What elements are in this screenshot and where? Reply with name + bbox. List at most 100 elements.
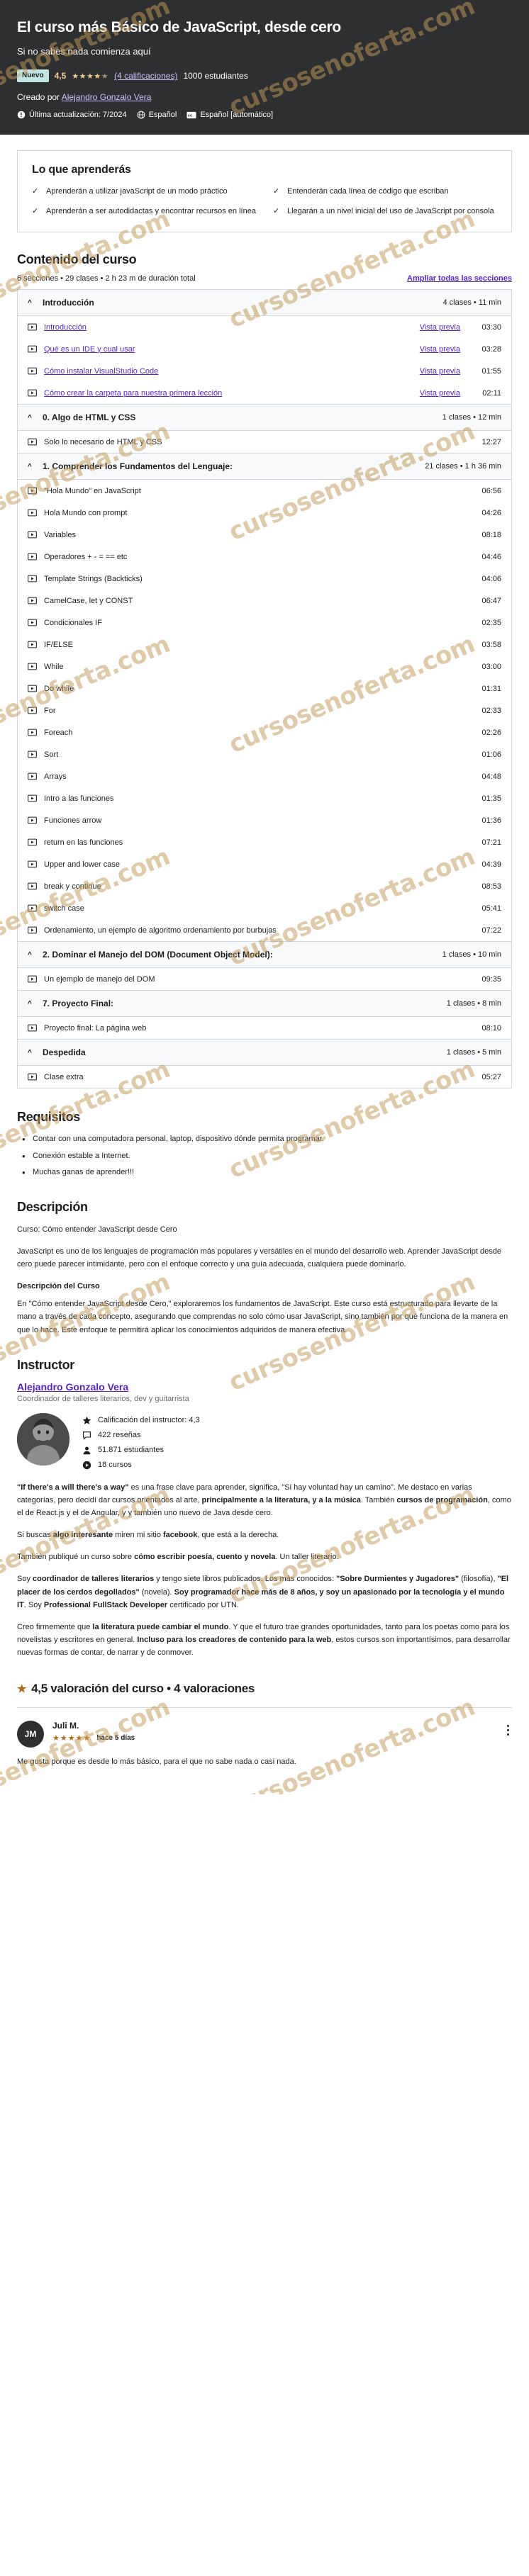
lecture-title[interactable]: Introducción [44, 323, 413, 332]
section-meta: 1 clases • 10 min [442, 950, 501, 960]
instructor-name-link[interactable]: Alejandro Gonzalo Vera [17, 1381, 512, 1393]
lecture-title[interactable]: Qué es un IDE y cual usar [44, 345, 413, 354]
lecture-row[interactable]: For 02:33 [18, 699, 511, 721]
lecture-title[interactable]: Cómo crear la carpeta para nuestra prime… [44, 389, 413, 398]
bio-bold: principalmente a la literatura, y a la m… [201, 1495, 361, 1504]
instructor-photo-icon [17, 1412, 69, 1466]
description-lead: Curso: Cómo entender JavaScript desde Ce… [17, 1225, 177, 1234]
requirements-heading: Requisitos [17, 1110, 81, 1125]
section-header-toggle[interactable]: ^ Introducción 4 clases • 11 min [18, 290, 511, 317]
lecture-row[interactable]: Intro a las funciones 01:35 [18, 787, 511, 809]
lecture-title: Foreach [44, 728, 73, 737]
video-icon [28, 345, 37, 353]
lecture-row[interactable]: Condicionales IF 02:35 [18, 612, 511, 634]
lecture-row[interactable]: Template Strings (Backticks) 04:06 [18, 568, 511, 590]
instructor-bio-paragraph-4: Soy coordinador de talleres literarios y… [17, 1575, 509, 1609]
lecture-row[interactable]: Solo lo necesario de HTML y CSS 12:27 [18, 431, 511, 453]
lecture-row[interactable]: Proyecto final: La página web 08:10 [18, 1017, 511, 1039]
lecture-row[interactable]: While 03:00 [18, 656, 511, 677]
instructor-link[interactable]: Alejandro Gonzalo Vera [62, 92, 152, 102]
review-options-button[interactable] [504, 1721, 512, 1740]
section-meta: 21 clases • 1 h 36 min [425, 462, 501, 471]
lecture-duration: 03:58 [481, 640, 501, 649]
preview-link[interactable]: Vista previa [420, 367, 460, 376]
expand-all-sections-button[interactable]: Ampliar todas las secciones [407, 274, 512, 283]
bio-bold: "If there's a will there's a way" [17, 1483, 129, 1492]
description-subheading: Descripción del Curso [17, 1282, 100, 1291]
lecture-row[interactable]: Clase extra 05:27 [18, 1066, 511, 1088]
section-title: 7. Proyecto Final: [43, 999, 114, 1009]
star-icon [82, 1416, 91, 1424]
status-badge-new: Nuevo [17, 69, 49, 83]
video-icon [28, 838, 37, 846]
svg-text:cc: cc [188, 114, 193, 118]
rating-count-link[interactable]: (4 calificaciones) [114, 71, 177, 81]
curriculum-section: ^ 0. Algo de HTML y CSS 1 clases • 12 min S… [18, 405, 511, 454]
lecture-row[interactable]: break y continue 08:53 [18, 875, 511, 897]
lecture-row[interactable]: Operadores + - = == etc 04:46 [18, 546, 511, 568]
lecture-row[interactable]: Funciones arrow 01:36 [18, 809, 511, 831]
lecture-row[interactable]: Foreach 02:26 [18, 721, 511, 743]
lecture-row[interactable]: Hola Mundo con prompt 04:26 [18, 502, 511, 524]
reviews-heading-label: 4,5 valoración del curso • 4 valoracione… [31, 1682, 255, 1696]
lecture-row[interactable]: IF/ELSE 03:58 [18, 634, 511, 656]
bio-bold: algo interesante [52, 1531, 113, 1540]
instructor-stat-label: 18 cursos [98, 1461, 132, 1470]
check-icon: ✓ [32, 207, 39, 216]
lecture-row[interactable]: Cómo crear la carpeta para nuestra prime… [18, 382, 511, 404]
course-content-summary: 6 secciones • 29 clases • 2 h 23 m de du… [17, 274, 196, 283]
video-icon [28, 663, 37, 670]
lecture-row[interactable]: Ordenamiento, un ejemplo de algoritmo or… [18, 919, 511, 941]
learn-item-label: Aprenderán a utilizar javaScript de un m… [46, 187, 228, 196]
section-header-toggle[interactable]: ^ 0. Algo de HTML y CSS 1 clases • 12 min [18, 405, 511, 432]
lecture-duration: 01:35 [481, 794, 501, 803]
section-header-toggle[interactable]: ^ Despedida 1 clases • 5 min [18, 1040, 511, 1067]
lecture-row[interactable]: CamelCase, let y CONST 06:47 [18, 590, 511, 612]
instructor-bio-paragraph-5: Creo firmemente que la literatura puede … [17, 1622, 511, 1658]
section-meta: 1 clases • 5 min [446, 1048, 501, 1057]
lecture-row[interactable]: Qué es un IDE y cual usar Vista previa 03:… [18, 338, 511, 360]
section-header-toggle[interactable]: ^ 1. Comprender los Fundamentos del Lengu… [18, 454, 511, 480]
review-timestamp: hace 5 días [96, 1734, 135, 1743]
lecture-row[interactable]: Do while 01:31 [18, 677, 511, 699]
section-title: 2. Dominar el Manejo del DOM (Document O… [43, 950, 273, 960]
section-header-toggle[interactable]: ^ 2. Dominar el Manejo del DOM (Document … [18, 942, 511, 969]
lecture-row[interactable]: Cómo instalar VisualStudio Code Vista pre… [18, 360, 511, 382]
bio-bold: la literatura puede cambiar el mundo [92, 1622, 229, 1631]
preview-link[interactable]: Vista previa [420, 323, 460, 332]
lecture-title[interactable]: Cómo instalar VisualStudio Code [44, 367, 413, 376]
bio-bold: cursos de programación [396, 1495, 488, 1504]
lecture-row[interactable]: Sort 01:06 [18, 743, 511, 765]
video-icon [28, 882, 37, 890]
star-icon: ★ [17, 1683, 27, 1696]
lecture-duration: 04:46 [481, 552, 501, 561]
lecture-row[interactable]: Variables 08:18 [18, 524, 511, 546]
lecture-row[interactable]: Un ejemplo de manejo del DOM 09:35 [18, 968, 511, 990]
creator-prefix: Creado por [17, 92, 60, 103]
lecture-row[interactable]: "Hola Mundo" en JavaScript 06:56 [18, 480, 511, 502]
play-circle-icon [82, 1461, 91, 1469]
avatar: JM [17, 1721, 44, 1748]
lecture-row[interactable]: Arrays 04:48 [18, 765, 511, 787]
lecture-duration: 02:11 [482, 388, 501, 398]
chevron-up-icon: ^ [28, 413, 32, 422]
lecture-title: Proyecto final: La página web [44, 1023, 147, 1033]
lecture-title: For [44, 706, 56, 715]
review-identity: Juli M. ★★★★★ hace 5 días [52, 1721, 496, 1743]
chevron-up-icon: ^ [28, 1048, 32, 1057]
video-icon [28, 553, 37, 561]
video-icon [28, 750, 37, 758]
video-icon [28, 509, 37, 517]
preview-link[interactable]: Vista previa [420, 345, 460, 354]
section-header-toggle[interactable]: ^ 7. Proyecto Final: 1 clases • 8 min [18, 991, 511, 1018]
lecture-row[interactable]: return en las funciones 07:21 [18, 831, 511, 853]
lecture-row[interactable]: Upper and lower case 04:39 [18, 853, 511, 875]
meta-captions: cc Español [automático] [186, 111, 273, 119]
lecture-row[interactable]: switch case 05:41 [18, 897, 511, 919]
curriculum-accordion[interactable]: ^ Introducción 4 clases • 11 min Introducci… [17, 289, 512, 1089]
lecture-duration: 02:35 [481, 618, 501, 627]
lecture-row[interactable]: Introducción Vista previa 03:30 [18, 316, 511, 338]
preview-link[interactable]: Vista previa [420, 389, 460, 398]
lecture-title: Ordenamiento, un ejemplo de algoritmo or… [44, 926, 277, 935]
exclamation-circle-icon [17, 111, 26, 119]
